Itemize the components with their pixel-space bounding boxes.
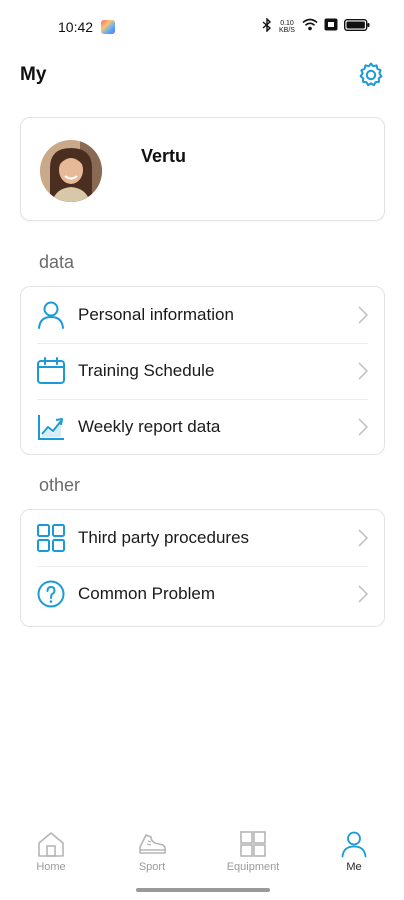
section-title-other: other — [39, 475, 81, 495]
other-card: Third party procedures Common Problem — [20, 509, 385, 627]
battery-icon — [343, 18, 370, 36]
network-speed: 0.10 KB/S — [278, 20, 296, 34]
network-speed-unit: KB/S — [279, 27, 295, 34]
tab-sport[interactable]: Sport — [117, 830, 187, 880]
header: My — [0, 56, 404, 96]
row-label-weekly-report-data: Weekly report data — [78, 417, 221, 436]
wifi-icon — [302, 18, 318, 36]
device-grid-icon — [238, 830, 268, 858]
row-label-third-party-procedures: Third party procedures — [78, 528, 250, 547]
chevron-right-icon — [356, 528, 370, 548]
data-card: Personal information Training Schedule W… — [20, 286, 385, 455]
third-party-procedures-row[interactable]: Third party procedures — [21, 510, 384, 566]
app-notification-icon — [101, 20, 115, 34]
trend-chart-icon — [36, 412, 66, 442]
chevron-right-icon — [356, 305, 370, 325]
status-bar: 10:42 0.10 KB/S — [0, 0, 404, 56]
home-icon — [36, 830, 66, 858]
shoe-icon — [137, 830, 167, 858]
user-icon — [36, 300, 66, 330]
calendar-icon — [36, 356, 66, 386]
network-speed-value: 0.10 — [280, 20, 294, 27]
tab-label-sport: Sport — [138, 861, 166, 873]
row-label-training-schedule: Training Schedule — [78, 361, 215, 380]
page-title: My — [20, 64, 47, 85]
profile-name: Vertu — [141, 146, 187, 166]
chevron-right-icon — [356, 584, 370, 604]
tab-me[interactable]: Me — [319, 830, 389, 880]
chevron-right-icon — [356, 361, 370, 381]
row-label-personal-information: Personal information — [78, 305, 234, 324]
home-indicator[interactable] — [136, 888, 270, 892]
tab-label-equipment: Equipment — [226, 861, 280, 873]
tab-label-home: Home — [36, 861, 66, 873]
weekly-report-data-row[interactable]: Weekly report data — [21, 399, 384, 455]
bluetooth-icon — [262, 16, 272, 37]
person-icon — [339, 830, 369, 858]
grid-icon — [36, 523, 66, 553]
training-schedule-row[interactable]: Training Schedule — [21, 343, 384, 399]
section-title-data: data — [39, 252, 75, 272]
row-label-common-problem: Common Problem — [78, 584, 215, 603]
tab-label-me: Me — [346, 861, 362, 873]
personal-information-row[interactable]: Personal information — [21, 287, 384, 343]
sim-card-icon — [324, 18, 338, 36]
chevron-right-icon — [356, 417, 370, 437]
tab-equipment[interactable]: Equipment — [218, 830, 288, 880]
gear-icon — [357, 61, 385, 94]
settings-button[interactable] — [355, 61, 387, 93]
tab-home[interactable]: Home — [16, 830, 86, 880]
profile-card[interactable]: Vertu — [20, 117, 385, 221]
question-icon — [36, 579, 66, 609]
avatar — [40, 140, 102, 202]
status-time: 10:42 — [58, 19, 94, 35]
status-indicators: 0.10 KB/S — [262, 16, 370, 37]
common-problem-row[interactable]: Common Problem — [21, 566, 384, 622]
